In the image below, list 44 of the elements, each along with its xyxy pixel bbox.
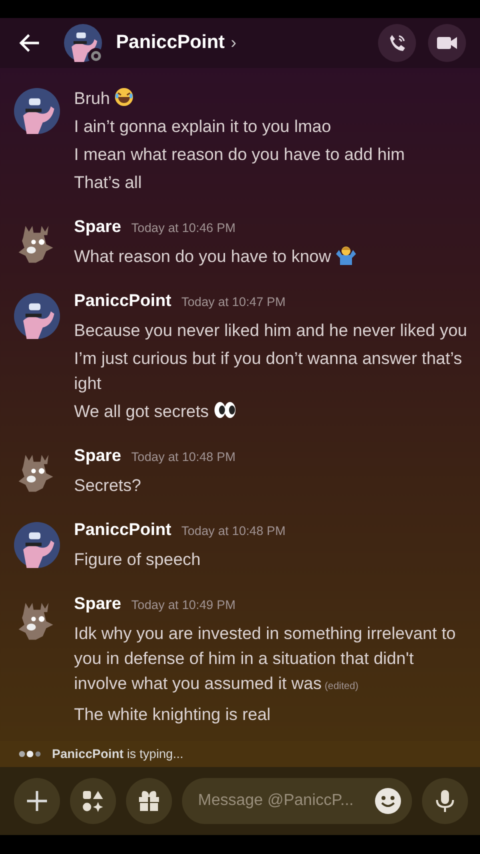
- phone-icon: [387, 33, 407, 53]
- message-text: I ain’t gonna explain it to you lmao: [74, 117, 332, 136]
- plus-icon: [26, 790, 48, 812]
- offline-status-icon: [88, 48, 104, 64]
- timestamp: Today at 10:47 PM: [181, 295, 286, 309]
- message-text: Secrets?: [74, 476, 142, 495]
- message-text: Idk why you are invested in something irrelevant to you in defense of him in a situation that didn't involve what you assumed it was (edited): [74, 623, 457, 695]
- voice-message-button[interactable]: [422, 778, 468, 824]
- shapes-icon: [82, 790, 104, 812]
- apps-button[interactable]: [70, 778, 116, 824]
- timestamp: Today at 10:48 PM: [131, 450, 236, 464]
- typing-dots-icon: [18, 750, 42, 758]
- author-name[interactable]: Spare: [74, 594, 122, 614]
- typing-indicator: PaniccPoint is typing...: [52, 747, 184, 761]
- author-name[interactable]: PaniccPoint: [74, 291, 172, 311]
- author-name[interactable]: Spare: [74, 446, 122, 466]
- chat-title[interactable]: PaniccPoint: [116, 32, 225, 54]
- video-camera-icon: [436, 35, 458, 51]
- timestamp: Today at 10:48 PM: [181, 524, 286, 538]
- message-text: I’m just curious but if you don’t wanna answer that’s ight: [74, 349, 462, 393]
- message-text: Bruh: [74, 89, 110, 108]
- chevron-text[interactable]: ›: [230, 33, 236, 53]
- message-text: Figure of speech: [74, 550, 201, 569]
- microphone-icon: [435, 789, 455, 813]
- avatar[interactable]: [14, 293, 60, 339]
- emoji-smiley-icon[interactable]: [374, 787, 402, 815]
- add-button[interactable]: [14, 778, 60, 824]
- gift-icon: [138, 790, 160, 812]
- message-text: What reason do you have to know: [74, 247, 332, 266]
- timestamp: Today at 10:46 PM: [131, 221, 236, 235]
- message-text: Because you never liked him and he never liked you: [74, 321, 468, 340]
- message-input[interactable]: Message @PaniccP...: [182, 778, 412, 824]
- timestamp: Today at 10:49 PM: [131, 598, 236, 612]
- voice-call-button[interactable]: [378, 24, 416, 62]
- message-text: That’s all: [74, 173, 142, 192]
- video-call-button[interactable]: [428, 24, 466, 62]
- avatar[interactable]: [14, 522, 60, 568]
- message-text: I mean what reason do you have to add him: [74, 145, 405, 164]
- author-name[interactable]: PaniccPoint: [74, 520, 172, 540]
- author-name[interactable]: Spare: [74, 217, 122, 237]
- gift-button[interactable]: [126, 778, 172, 824]
- message-text: The white knighting is real: [74, 705, 271, 724]
- avatar[interactable]: [14, 88, 60, 134]
- message-text: We all got secrets: [74, 402, 209, 421]
